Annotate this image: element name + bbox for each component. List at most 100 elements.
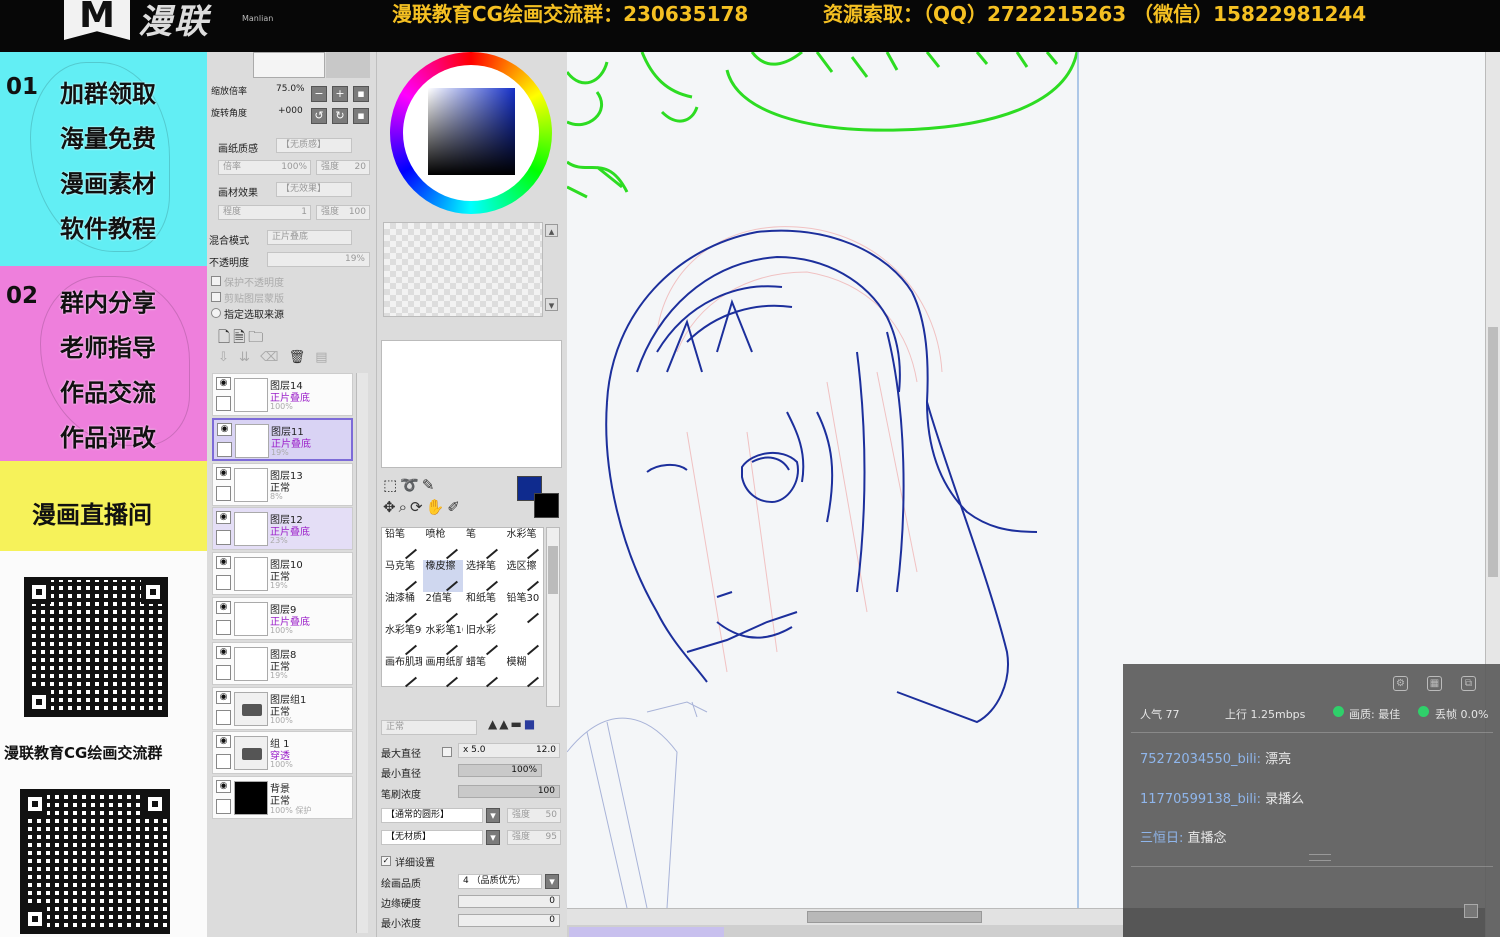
- shape-flat-icon[interactable]: ▬: [510, 717, 523, 731]
- paper-texture-select[interactable]: 【无质感】: [276, 138, 352, 153]
- layer-lock-toggle[interactable]: [216, 664, 231, 680]
- layer-row[interactable]: ◉ 图层12 正片叠底 23%: [212, 507, 353, 551]
- scratch-pad[interactable]: [381, 340, 562, 468]
- eye-icon[interactable]: ◉: [216, 735, 231, 749]
- new-layer-icon[interactable]: 🗋: [218, 328, 233, 346]
- layer-lock-toggle[interactable]: [216, 575, 231, 591]
- zoom-reset-button[interactable]: ▪: [353, 86, 369, 102]
- calendar-icon[interactable]: ▦: [1427, 676, 1442, 691]
- brush-texture-select[interactable]: 【无材质】: [381, 830, 483, 845]
- quality-select[interactable]: 4 （品质优先）: [458, 874, 542, 889]
- brush-tool-item[interactable]: 水彩笔9级: [382, 624, 422, 656]
- edge-hardness-slider[interactable]: 0: [458, 895, 560, 908]
- brush-mode-select[interactable]: 正常: [381, 720, 477, 735]
- brush-tool-item[interactable]: 油漆桶: [382, 592, 422, 624]
- eye-icon[interactable]: ◉: [217, 422, 232, 436]
- background-color-swatch[interactable]: [534, 493, 559, 518]
- layer-lock-toggle[interactable]: [216, 530, 231, 546]
- layer-row[interactable]: ◉ 图层10 正常 19%: [212, 552, 353, 596]
- navigator-preview[interactable]: [253, 52, 325, 78]
- eye-icon[interactable]: ◉: [216, 377, 231, 390]
- max-size-field[interactable]: x 5.0 12.0: [458, 743, 560, 758]
- zoom-in-button[interactable]: +: [332, 86, 348, 102]
- eye-icon[interactable]: ◉: [216, 645, 231, 659]
- brush-tool-item[interactable]: 选择笔: [463, 560, 503, 592]
- move-icon[interactable]: ✥: [383, 498, 399, 516]
- brush-tool-item[interactable]: 橡皮擦: [422, 560, 463, 592]
- magic-wand-icon[interactable]: ✎: [422, 476, 438, 494]
- color-saturation-square[interactable]: [428, 88, 515, 175]
- new-folder-icon[interactable]: 🗀: [248, 328, 266, 346]
- layer-lock-toggle[interactable]: [216, 396, 231, 411]
- eye-icon[interactable]: ◉: [216, 511, 231, 525]
- brush-tool-item[interactable]: 旧水彩: [463, 624, 503, 656]
- transfer-down-icon[interactable]: ⇩: [218, 350, 232, 365]
- rect-select-icon[interactable]: ⬚: [383, 476, 400, 494]
- eye-icon[interactable]: ◉: [216, 466, 231, 480]
- layer-lock-toggle[interactable]: [216, 754, 231, 770]
- new-linework-layer-icon[interactable]: 🗎: [233, 328, 248, 346]
- rotate-icon[interactable]: ⟳: [410, 498, 426, 516]
- rotate-right-button[interactable]: ↻: [332, 108, 348, 124]
- brush-texture-dropdown-icon[interactable]: ▾: [486, 830, 500, 845]
- layer-lock-toggle[interactable]: [217, 441, 232, 457]
- canvas-horizontal-scrollbar[interactable]: [567, 908, 1123, 925]
- layer-row[interactable]: ◉ 图层8 正常 19%: [212, 641, 353, 685]
- zoom-out-button[interactable]: −: [311, 86, 327, 102]
- opacity-slider[interactable]: 19%: [267, 252, 370, 267]
- brush-tool-item[interactable]: 笔: [463, 528, 503, 560]
- detail-settings-checkbox[interactable]: ✓: [381, 856, 391, 866]
- brush-tool-item[interactable]: 2值笔: [423, 592, 463, 624]
- effect-select[interactable]: 【无效果】: [276, 182, 352, 197]
- brush-tool-item[interactable]: 喷枪: [423, 528, 463, 560]
- brush-tool-item[interactable]: 铅笔30: [504, 592, 544, 624]
- brush-tool-item[interactable]: 选区擦: [504, 560, 544, 592]
- layer-lock-toggle[interactable]: [216, 485, 231, 501]
- eye-icon[interactable]: ◉: [216, 690, 231, 704]
- delete-layer-icon[interactable]: 🗑: [289, 350, 309, 365]
- brush-tool-item[interactable]: 画布肌理: [382, 656, 422, 688]
- brush-tool-item[interactable]: 模糊: [504, 656, 544, 688]
- merge-down-icon[interactable]: ⇊: [239, 350, 253, 365]
- brush-tool-item[interactable]: [504, 624, 544, 656]
- protect-opacity-checkbox[interactable]: [211, 276, 221, 286]
- blend-mode-select[interactable]: 正片叠底: [267, 230, 352, 245]
- palette-scroll-down-button[interactable]: ▾: [545, 298, 558, 312]
- shape-triangle-icon[interactable]: ▲: [488, 717, 499, 731]
- layer-row[interactable]: ◉ 图层13 正常 8%: [212, 462, 353, 506]
- eyedropper-icon[interactable]: ✐: [447, 498, 463, 516]
- brush-tool-item[interactable]: 蜡笔: [463, 656, 503, 688]
- brush-scrollbar[interactable]: [546, 527, 560, 707]
- lasso-icon[interactable]: ➰: [400, 476, 422, 494]
- eye-icon[interactable]: ◉: [216, 780, 231, 794]
- layer-row[interactable]: ◉ 图层9 正片叠底 100%: [212, 597, 353, 640]
- layer-row[interactable]: ◉ 背景 正常 100% 保护: [212, 776, 353, 820]
- layer-row[interactable]: ◉ 组 1 穿透 100%: [212, 731, 353, 775]
- layer-scrollbar[interactable]: [356, 373, 368, 933]
- min-density-slider[interactable]: 0: [458, 914, 560, 927]
- size-lock-checkbox[interactable]: [442, 747, 452, 757]
- layer-row[interactable]: ◉ 图层11 正片叠底 19%: [212, 417, 353, 461]
- overlay-resize-grip-icon[interactable]: [1309, 854, 1331, 861]
- rotate-value[interactable]: +000: [278, 106, 303, 116]
- layer-lock-toggle[interactable]: [216, 799, 231, 815]
- brush-tool-item[interactable]: 马克笔: [382, 560, 422, 592]
- overlay-corner-button[interactable]: [1464, 904, 1478, 918]
- brush-tool-item[interactable]: 铅笔: [382, 528, 422, 560]
- zoom-value[interactable]: 75.0%: [276, 84, 305, 94]
- rotate-reset-button[interactable]: ▪: [353, 108, 369, 124]
- shape-rect-icon[interactable]: ■: [524, 717, 537, 731]
- brush-tool-item[interactable]: 水彩笔: [504, 528, 544, 560]
- layer-props-icon[interactable]: ▤: [315, 350, 330, 365]
- brush-tool-item[interactable]: 和纸笔: [463, 592, 503, 624]
- popout-icon[interactable]: ⧉: [1461, 676, 1476, 691]
- density-slider[interactable]: 100: [458, 785, 560, 798]
- brush-shape-dropdown-icon[interactable]: ▾: [486, 808, 500, 823]
- clear-layer-icon[interactable]: ⌫: [260, 350, 281, 365]
- clip-mask-checkbox[interactable]: [211, 292, 221, 302]
- layer-row[interactable]: ◉ 图层组1 正常 100%: [212, 686, 353, 730]
- shape-soft-icon[interactable]: ▲: [499, 717, 510, 731]
- layer-lock-toggle[interactable]: [216, 709, 231, 725]
- eye-icon[interactable]: ◉: [216, 601, 231, 614]
- document-tab[interactable]: [569, 927, 724, 937]
